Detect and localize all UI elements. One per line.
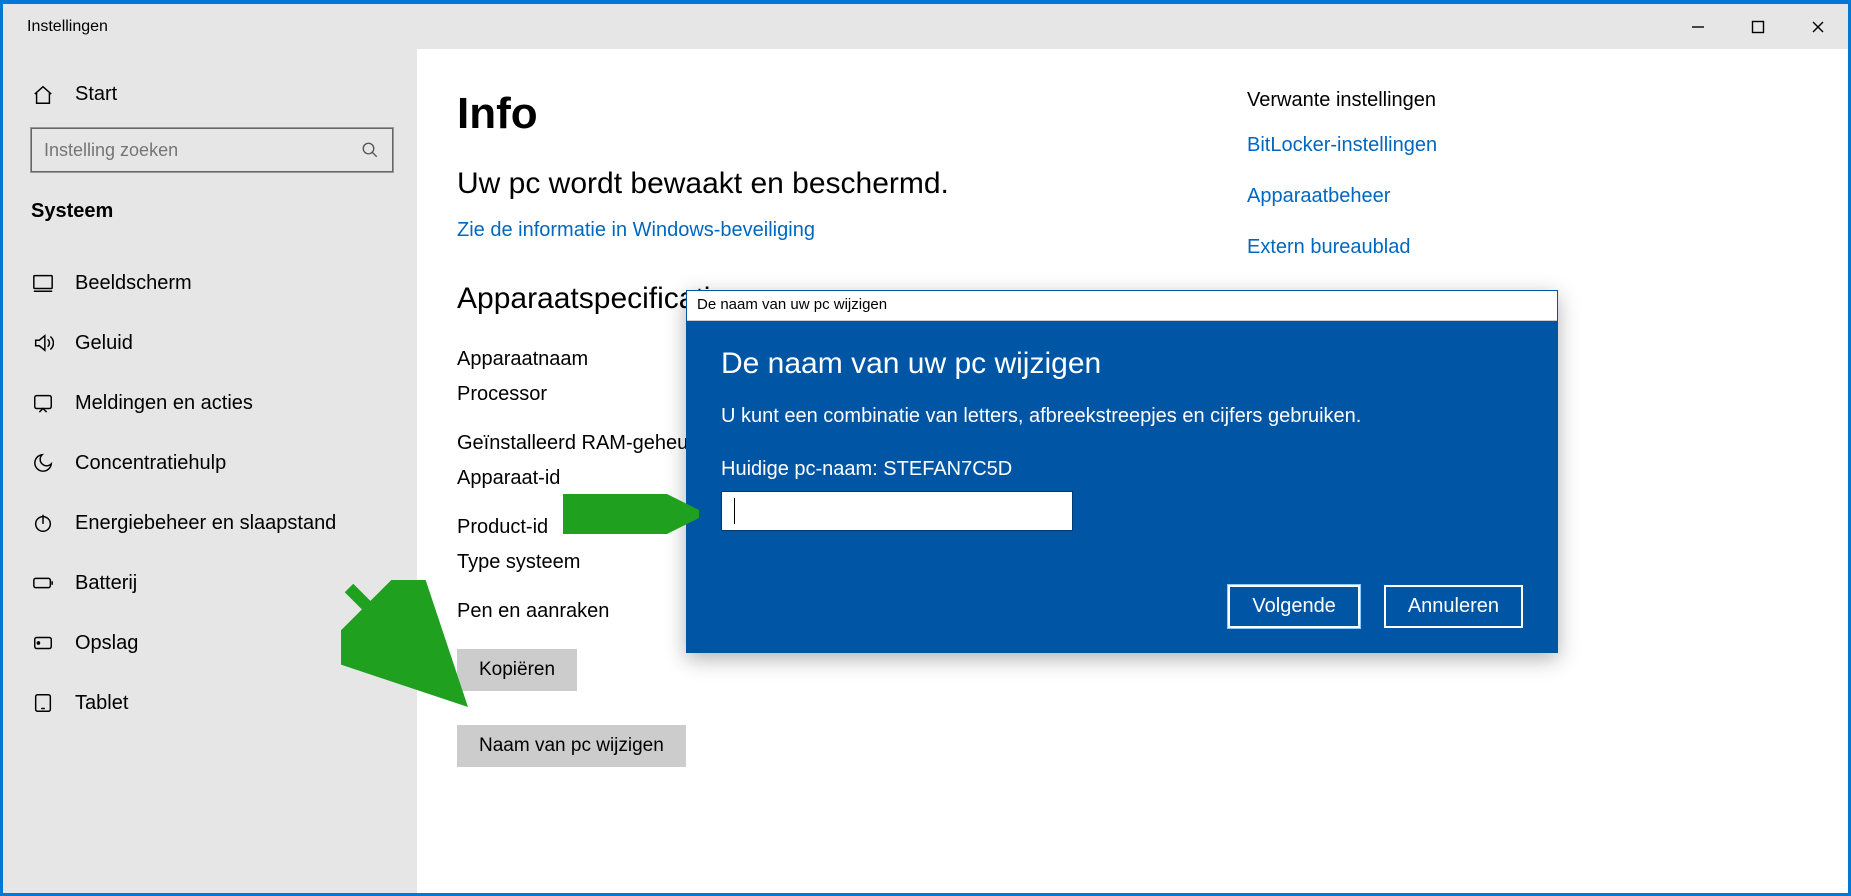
sidebar-item-storage[interactable]: Opslag (3, 613, 417, 673)
sidebar-home[interactable]: Start (3, 71, 417, 118)
sidebar-item-tablet[interactable]: Tablet (3, 673, 417, 733)
tablet-icon (31, 692, 55, 714)
related-link-remote-desktop[interactable]: Extern bureaublad (1247, 236, 1547, 259)
power-icon (31, 512, 55, 534)
rename-pc-dialog: De naam van uw pc wijzigen De naam van u… (686, 290, 1558, 653)
sidebar-item-display[interactable]: Beeldscherm (3, 253, 417, 313)
moon-icon (31, 452, 55, 474)
display-icon (31, 272, 55, 294)
search-box[interactable] (31, 128, 393, 172)
sidebar-item-focus-assist[interactable]: Concentratiehulp (3, 433, 417, 493)
related-link-bitlocker[interactable]: BitLocker-instellingen (1247, 134, 1547, 157)
sidebar-item-power[interactable]: Energiebeheer en slaapstand (3, 493, 417, 553)
notifications-icon (31, 392, 55, 414)
dialog-next-button[interactable]: Volgende (1228, 585, 1359, 628)
sidebar-item-label: Concentratiehulp (75, 452, 226, 475)
storage-icon (31, 632, 55, 654)
search-icon (360, 141, 380, 159)
rename-pc-button[interactable]: Naam van pc wijzigen (457, 725, 686, 767)
related-heading: Verwante instellingen (1247, 89, 1547, 112)
sidebar-item-label: Beeldscherm (75, 272, 192, 295)
sidebar-item-battery[interactable]: Batterij (3, 553, 417, 613)
related-link-device-manager[interactable]: Apparaatbeheer (1247, 185, 1547, 208)
minimize-button[interactable] (1668, 4, 1728, 49)
copy-button[interactable]: Kopiëren (457, 649, 577, 691)
sidebar-item-label: Meldingen en acties (75, 392, 253, 415)
maximize-button[interactable] (1728, 4, 1788, 49)
battery-icon (31, 572, 55, 594)
sidebar: Start Systeem Beeldscherm (3, 49, 417, 893)
search-input[interactable] (44, 140, 360, 161)
text-cursor-icon (734, 498, 735, 524)
sidebar-home-label: Start (75, 83, 117, 106)
sidebar-item-label: Batterij (75, 572, 137, 595)
dialog-description: U kunt een combinatie van letters, afbre… (721, 405, 1523, 428)
sidebar-category: Systeem (3, 194, 417, 253)
security-link[interactable]: Zie de informatie in Windows-beveiliging (457, 219, 1217, 242)
sidebar-item-sound[interactable]: Geluid (3, 313, 417, 373)
dialog-current-name-label: Huidige pc-naam: STEFAN7C5D (721, 458, 1523, 481)
window-titlebar: Instellingen (3, 4, 1848, 49)
sidebar-item-label: Energiebeheer en slaapstand (75, 512, 336, 535)
sound-icon (31, 332, 55, 354)
page-title: Info (457, 89, 1217, 139)
dialog-heading: De naam van uw pc wijzigen (721, 347, 1523, 381)
close-button[interactable] (1788, 4, 1848, 49)
home-icon (31, 84, 55, 106)
sidebar-item-label: Geluid (75, 332, 133, 355)
dialog-titlebar: De naam van uw pc wijzigen (687, 291, 1557, 321)
dialog-cancel-button[interactable]: Annuleren (1384, 585, 1523, 628)
sidebar-item-label: Opslag (75, 632, 138, 655)
window-title: Instellingen (27, 18, 108, 36)
sidebar-item-label: Tablet (75, 692, 128, 715)
protection-heading: Uw pc wordt bewaakt en beschermd. (457, 167, 1217, 201)
sidebar-item-notifications[interactable]: Meldingen en acties (3, 373, 417, 433)
pc-name-input[interactable] (721, 491, 1073, 531)
